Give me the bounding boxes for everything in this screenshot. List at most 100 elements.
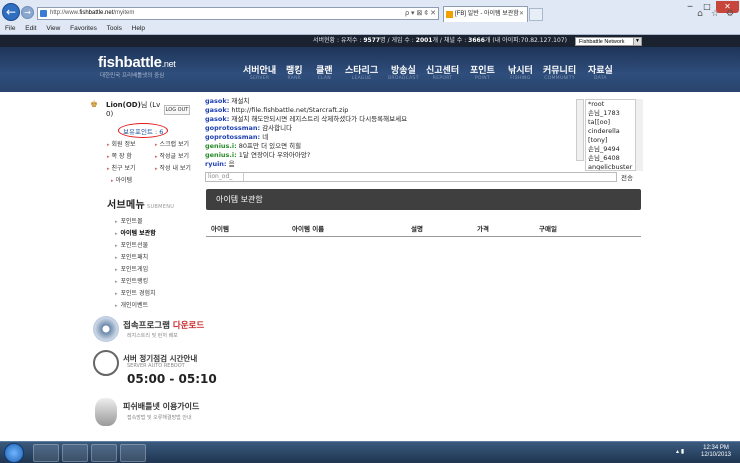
site-logo[interactable]: fishbattle.net: [98, 54, 176, 71]
game-count-unit: 개: [432, 37, 438, 44]
download-banner-title: 접속프로그램 다운로드: [123, 319, 204, 331]
menu-tools[interactable]: Tools: [107, 25, 122, 32]
submenu-point-exp[interactable]: ▸ 포인트 경험치: [115, 288, 156, 297]
home-icon[interactable]: ⌂: [695, 9, 705, 19]
taskbar-clock[interactable]: 12:34 PM 12/10/2013: [697, 445, 735, 459]
user-list-item[interactable]: 손님_1783: [586, 109, 642, 118]
menu-edit[interactable]: Edit: [25, 25, 36, 32]
start-button[interactable]: [4, 443, 24, 463]
user-name: Lion(OD): [106, 101, 141, 109]
explorer-taskbar-icon[interactable]: [62, 444, 88, 462]
user-list-item[interactable]: cinderella: [586, 127, 642, 136]
link-label: 친구 보기: [111, 165, 136, 172]
app-taskbar-icon[interactable]: [91, 444, 117, 462]
user-list-item[interactable]: *root: [586, 100, 642, 109]
user-rank-icon: ♚: [90, 100, 99, 110]
gear-icon[interactable]: ⚙: [725, 9, 735, 19]
nav-league[interactable]: 스타리그 LEAGUE: [345, 63, 378, 81]
chat-input[interactable]: lion_od_: [205, 172, 617, 182]
nav-label: 커뮤니티: [543, 66, 577, 76]
user-list-item[interactable]: 손님_9494: [586, 145, 642, 154]
address-tools[interactable]: ρ ▾ ⊠ ¢ ✕: [405, 8, 436, 19]
link-label: 회원 정보: [111, 141, 136, 148]
download-banner[interactable]: 접속프로그램 다운로드 레지스트리 및 런처 배포: [93, 316, 223, 350]
network-select[interactable]: Fishbattle Network ▼: [575, 37, 642, 46]
submenu-label: 포인트패치: [120, 254, 149, 261]
link-my-posts[interactable]: ▸ 작성글 보기: [155, 151, 189, 160]
link-messages[interactable]: ▸ 쪽 장 함: [107, 151, 132, 160]
guide-banner-title: 피쉬배틀넷 이용가이드: [123, 402, 200, 411]
chat-text: 음: [226, 160, 235, 168]
chat-user[interactable]: ryuin:: [205, 160, 227, 168]
nav-broadcast[interactable]: 방송실 BROADCAST: [388, 63, 419, 81]
user-list-item[interactable]: angelicbuster: [586, 163, 642, 170]
link-member-info[interactable]: ▸ 회원 정보: [107, 139, 136, 148]
logo-subtitle: 대한민국 프리배틀넷의 중심: [100, 73, 165, 79]
new-tab-button[interactable]: [529, 8, 543, 21]
ie-taskbar-icon[interactable]: [33, 444, 59, 462]
user-list-item[interactable]: [tony]: [586, 136, 642, 145]
menu-favorites[interactable]: Favorites: [70, 25, 97, 32]
nav-rank[interactable]: 랭킹 RANK: [286, 63, 303, 81]
submenu-title: 서브메뉴 SUBMENU: [107, 196, 174, 211]
back-button[interactable]: ←: [2, 3, 20, 21]
maintenance-time: 05:00 - 05:10: [127, 372, 217, 386]
chat-send-button[interactable]: 전송: [621, 172, 633, 182]
chat-scrollbar[interactable]: [576, 99, 584, 161]
chat-user[interactable]: genius.i:: [205, 151, 237, 159]
chat-user[interactable]: genius.i:: [205, 142, 237, 150]
favorites-icon[interactable]: ☆: [710, 9, 720, 19]
link-friends[interactable]: ▸ 친구 보기: [107, 163, 136, 172]
submenu-personal-event[interactable]: ▸ 개인이벤트: [115, 300, 148, 309]
chat-line: ryuin: 음: [205, 160, 575, 169]
maintenance-banner: 서버 정기점검 시간안내 SERVER AUTO REBOOT 05:00 - …: [93, 348, 223, 392]
nav-label: 포인트: [470, 66, 495, 76]
link-my-comments[interactable]: ▸ 작성 내 보기: [155, 163, 191, 172]
chat-user[interactable]: goprotossman:: [205, 124, 260, 132]
submenu-label: 포인트게임: [120, 266, 149, 273]
address-bar[interactable]: http://www.fishbattle.net/myitem ρ ▾ ⊠ ¢…: [37, 7, 439, 20]
user-list-item[interactable]: 손님_6408: [586, 154, 642, 163]
submenu-point-gift[interactable]: ▸ 포인트선물: [115, 240, 148, 249]
column-purchase-date: 구매일: [539, 225, 557, 233]
nav-community[interactable]: 커뮤니티 COMMUNITY: [543, 63, 576, 81]
user-list-item[interactable]: ta[[oo]: [586, 118, 642, 127]
chat-user[interactable]: gasok:: [205, 106, 229, 114]
app2-taskbar-icon[interactable]: [120, 444, 146, 462]
menu-view[interactable]: View: [46, 25, 60, 32]
tab-close-icon[interactable]: ✕: [519, 7, 524, 21]
forward-button[interactable]: →: [21, 6, 34, 19]
nav-label: 서버안내: [243, 66, 277, 76]
nav-report[interactable]: 신고센터 REPORT: [426, 63, 459, 81]
user-list-scrollbar[interactable]: [635, 99, 643, 171]
user-count-label: 유저수 :: [340, 37, 362, 44]
submenu-point-game[interactable]: ▸ 포인트게임: [115, 264, 148, 273]
chat-user[interactable]: gasok:: [205, 97, 229, 105]
browser-tab[interactable]: [FB] 일반 - 아이템 보관함 ✕: [443, 6, 528, 22]
submenu-label: 개인이벤트: [120, 302, 149, 309]
nav-server[interactable]: 서버안내 SERVER: [243, 63, 276, 81]
nav-fishing[interactable]: 낚시터 FISHING: [508, 63, 533, 81]
nav-clan[interactable]: 클랜 CLAN: [316, 63, 333, 81]
tab-title: [FB] 일반 - 아이템 보관함: [455, 11, 519, 17]
nav-point[interactable]: 포인트 POINT: [470, 63, 495, 81]
submenu-point-mall[interactable]: ▸ 포인트몰: [115, 216, 143, 225]
submenu-item-storage[interactable]: ▸ 아이템 보관함: [115, 228, 156, 237]
guide-banner[interactable]: 피쉬배틀넷 이용가이드 접속방법 및 오류해결방법 안내: [93, 398, 223, 432]
link-items[interactable]: ▸ 아이템: [111, 175, 132, 184]
submenu-point-ranking[interactable]: ▸ 포인트랭킹: [115, 276, 148, 285]
chat-user[interactable]: goprotossman:: [205, 133, 260, 141]
submenu-point-patch[interactable]: ▸ 포인트패치: [115, 252, 148, 261]
user-points: 보유포인트 : 6: [123, 128, 164, 136]
menu-help[interactable]: Help: [132, 25, 145, 32]
left-sidebar: ♚ Lion(OD)님 (Lv 0) LOG OUT 보유포인트 : 6 ▸ 회원 …: [85, 96, 217, 426]
item-table-header: 아이템 아이템 이름 설명 가격 구매일: [206, 219, 641, 237]
system-tray[interactable]: ▴ ▮: [676, 448, 696, 458]
menu-file[interactable]: File: [5, 25, 15, 32]
submenu-label: 포인트랭킹: [120, 278, 149, 285]
chat-user[interactable]: gasok:: [205, 115, 229, 123]
link-label: 작성 내 보기: [159, 165, 191, 172]
link-scrap[interactable]: ▸ 스크랩 보기: [155, 139, 189, 148]
nav-data[interactable]: 자료실 DATA: [588, 63, 613, 81]
logout-button[interactable]: LOG OUT: [164, 105, 190, 115]
